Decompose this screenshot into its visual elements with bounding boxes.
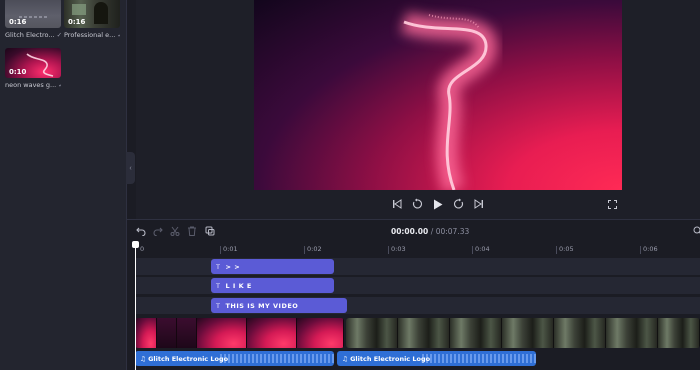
text-icon: T bbox=[216, 301, 221, 310]
time-ruler[interactable]: 0 0:01 0:02 0:03 0:04 0:05 0:06 bbox=[127, 242, 700, 256]
rewind-5-icon[interactable] bbox=[409, 196, 425, 212]
video-frame bbox=[197, 318, 247, 348]
player-controls bbox=[136, 190, 700, 218]
video-frame bbox=[606, 318, 658, 348]
chevron-left-icon: ‹ bbox=[129, 164, 132, 172]
media-name: neon waves g... ✓ bbox=[5, 81, 61, 89]
media-thumbnail: 0:16 bbox=[64, 0, 120, 28]
video-frame bbox=[247, 318, 297, 348]
playhead-handle[interactable] bbox=[132, 241, 139, 248]
skip-back-icon[interactable] bbox=[389, 196, 405, 212]
text-icon: T bbox=[216, 262, 221, 271]
check-icon: ✓ bbox=[58, 81, 61, 89]
forward-5-icon[interactable] bbox=[451, 196, 467, 212]
total-time: / 00:07.33 bbox=[430, 227, 470, 236]
video-frame bbox=[157, 318, 177, 348]
check-icon: ✓ bbox=[56, 31, 61, 39]
ruler-label: 0:01 bbox=[223, 245, 238, 253]
preview-area bbox=[136, 0, 700, 220]
neon-wave-graphic bbox=[400, 11, 497, 190]
video-frame bbox=[297, 318, 344, 348]
ruler-label: 0 bbox=[140, 245, 145, 253]
ruler-tick bbox=[556, 246, 557, 254]
text-clip[interactable]: T THIS IS MY VIDEO bbox=[211, 298, 347, 313]
media-name: Glitch Electro... ✓ bbox=[5, 31, 61, 39]
media-library-panel: 0:16 Glitch Electro... ✓ 0:16 Professiona… bbox=[0, 0, 127, 370]
ruler-tick bbox=[388, 246, 389, 254]
video-frame bbox=[554, 318, 606, 348]
timeline-panel: 00:00.00 / 00:07.33 0 0:01 0:02 0:03 0:0… bbox=[127, 219, 700, 370]
text-clip[interactable]: T > > bbox=[211, 259, 334, 274]
undo-icon[interactable] bbox=[135, 225, 147, 237]
video-frame bbox=[502, 318, 554, 348]
media-duration: 0:16 bbox=[9, 18, 27, 26]
media-name: Professional e...✓ bbox=[64, 31, 120, 39]
ruler-tick bbox=[304, 246, 305, 254]
ruler-tick bbox=[472, 246, 473, 254]
media-item-professional[interactable]: 0:16 Professional e...✓ bbox=[64, 0, 120, 39]
video-frame bbox=[346, 318, 398, 348]
timecode: 00:00.00 / 00:07.33 bbox=[391, 227, 469, 236]
video-clip-professional[interactable] bbox=[346, 318, 700, 348]
ruler-tick bbox=[640, 246, 641, 254]
text-track: T > > bbox=[135, 258, 700, 275]
ruler-tick bbox=[220, 246, 221, 254]
video-frame bbox=[658, 318, 700, 348]
text-track: T THIS IS MY VIDEO bbox=[135, 297, 700, 314]
audio-waveform bbox=[220, 354, 334, 363]
current-time: 00:00.00 bbox=[391, 227, 429, 236]
check-icon: ✓ bbox=[117, 31, 120, 39]
video-frame bbox=[135, 318, 157, 348]
ruler-label: 0:05 bbox=[559, 245, 574, 253]
ruler-label: 0:04 bbox=[475, 245, 490, 253]
collapse-sidebar-button[interactable]: ‹ bbox=[126, 152, 135, 184]
video-editor: 0:16 Glitch Electro... ✓ 0:16 Professiona… bbox=[0, 0, 700, 370]
delete-icon[interactable] bbox=[186, 225, 198, 237]
playhead[interactable] bbox=[135, 242, 136, 370]
audio-clip[interactable]: ♫ Glitch Electronic Logo bbox=[135, 351, 334, 366]
media-item-glitch[interactable]: 0:16 Glitch Electro... ✓ bbox=[5, 0, 61, 39]
ruler-label: 0:03 bbox=[391, 245, 406, 253]
media-thumbnail: 0:10 bbox=[5, 48, 61, 78]
video-frame bbox=[398, 318, 450, 348]
zoom-icon[interactable] bbox=[692, 225, 700, 237]
video-frame bbox=[177, 318, 197, 348]
video-frame bbox=[450, 318, 502, 348]
text-icon: T bbox=[216, 281, 221, 290]
video-clip-neon[interactable] bbox=[135, 318, 344, 348]
media-duration: 0:10 bbox=[9, 68, 27, 76]
media-item-neon[interactable]: 0:10 neon waves g... ✓ bbox=[5, 48, 61, 89]
text-clip[interactable]: TL I K E bbox=[211, 278, 334, 293]
video-track bbox=[135, 318, 700, 348]
audio-waveform bbox=[422, 354, 536, 363]
media-duration: 0:16 bbox=[68, 18, 86, 26]
cut-icon[interactable] bbox=[169, 225, 181, 237]
redo-icon[interactable] bbox=[152, 225, 164, 237]
fullscreen-icon[interactable] bbox=[604, 196, 620, 212]
timeline-toolbar: 00:00.00 / 00:07.33 bbox=[127, 220, 700, 242]
audio-clip[interactable]: ♫ Glitch Electronic Logo bbox=[337, 351, 536, 366]
audio-track: ♫ Glitch Electronic Logo ♫ Glitch Electr… bbox=[135, 351, 700, 367]
media-thumbnail: 0:16 bbox=[5, 0, 61, 28]
ruler-label: 0:06 bbox=[643, 245, 658, 253]
text-track: TL I K E bbox=[135, 277, 700, 294]
music-note-icon: ♫ bbox=[140, 354, 149, 363]
play-icon[interactable] bbox=[430, 196, 446, 212]
ruler-label: 0:02 bbox=[307, 245, 322, 253]
video-preview[interactable] bbox=[254, 0, 622, 190]
copy-icon[interactable] bbox=[204, 225, 216, 237]
skip-forward-icon[interactable] bbox=[471, 196, 487, 212]
music-note-icon: ♫ bbox=[342, 354, 351, 363]
